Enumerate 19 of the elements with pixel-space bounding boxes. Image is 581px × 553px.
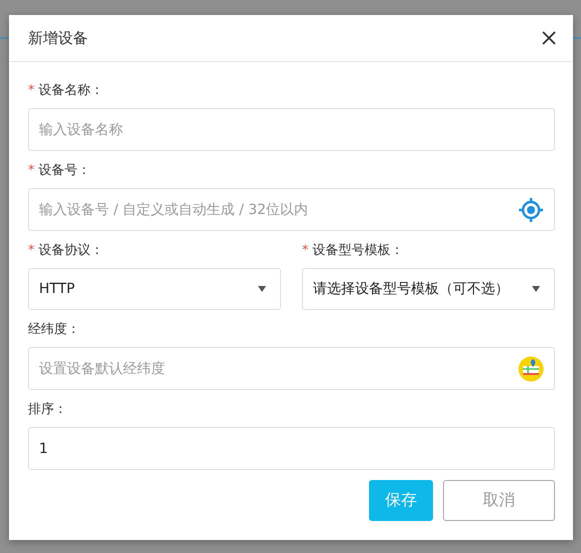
select-field[interactable]: 请选择设备型号模板（可不选） [302, 268, 555, 310]
select-field[interactable]: HTTP [28, 268, 281, 310]
field-label: 排序： [28, 401, 67, 418]
required-mark: * [28, 82, 34, 98]
map-pin-icon[interactable] [518, 356, 544, 382]
caret-icon [532, 286, 540, 292]
target-icon[interactable] [518, 196, 544, 222]
close-icon [542, 31, 556, 45]
caret-icon [258, 286, 266, 292]
required-mark: * [28, 162, 34, 178]
required-mark: * [28, 242, 34, 258]
dialog-title: 新增设备 [28, 28, 88, 48]
field-label: 设备号： [38, 162, 90, 179]
field-label: 设备名称： [38, 82, 104, 99]
close-button[interactable] [540, 29, 558, 47]
required-mark: * [302, 242, 308, 258]
field-label: 设备型号模板： [312, 242, 404, 259]
field-label: 经纬度： [28, 321, 80, 338]
field-label: 设备协议： [38, 242, 104, 259]
